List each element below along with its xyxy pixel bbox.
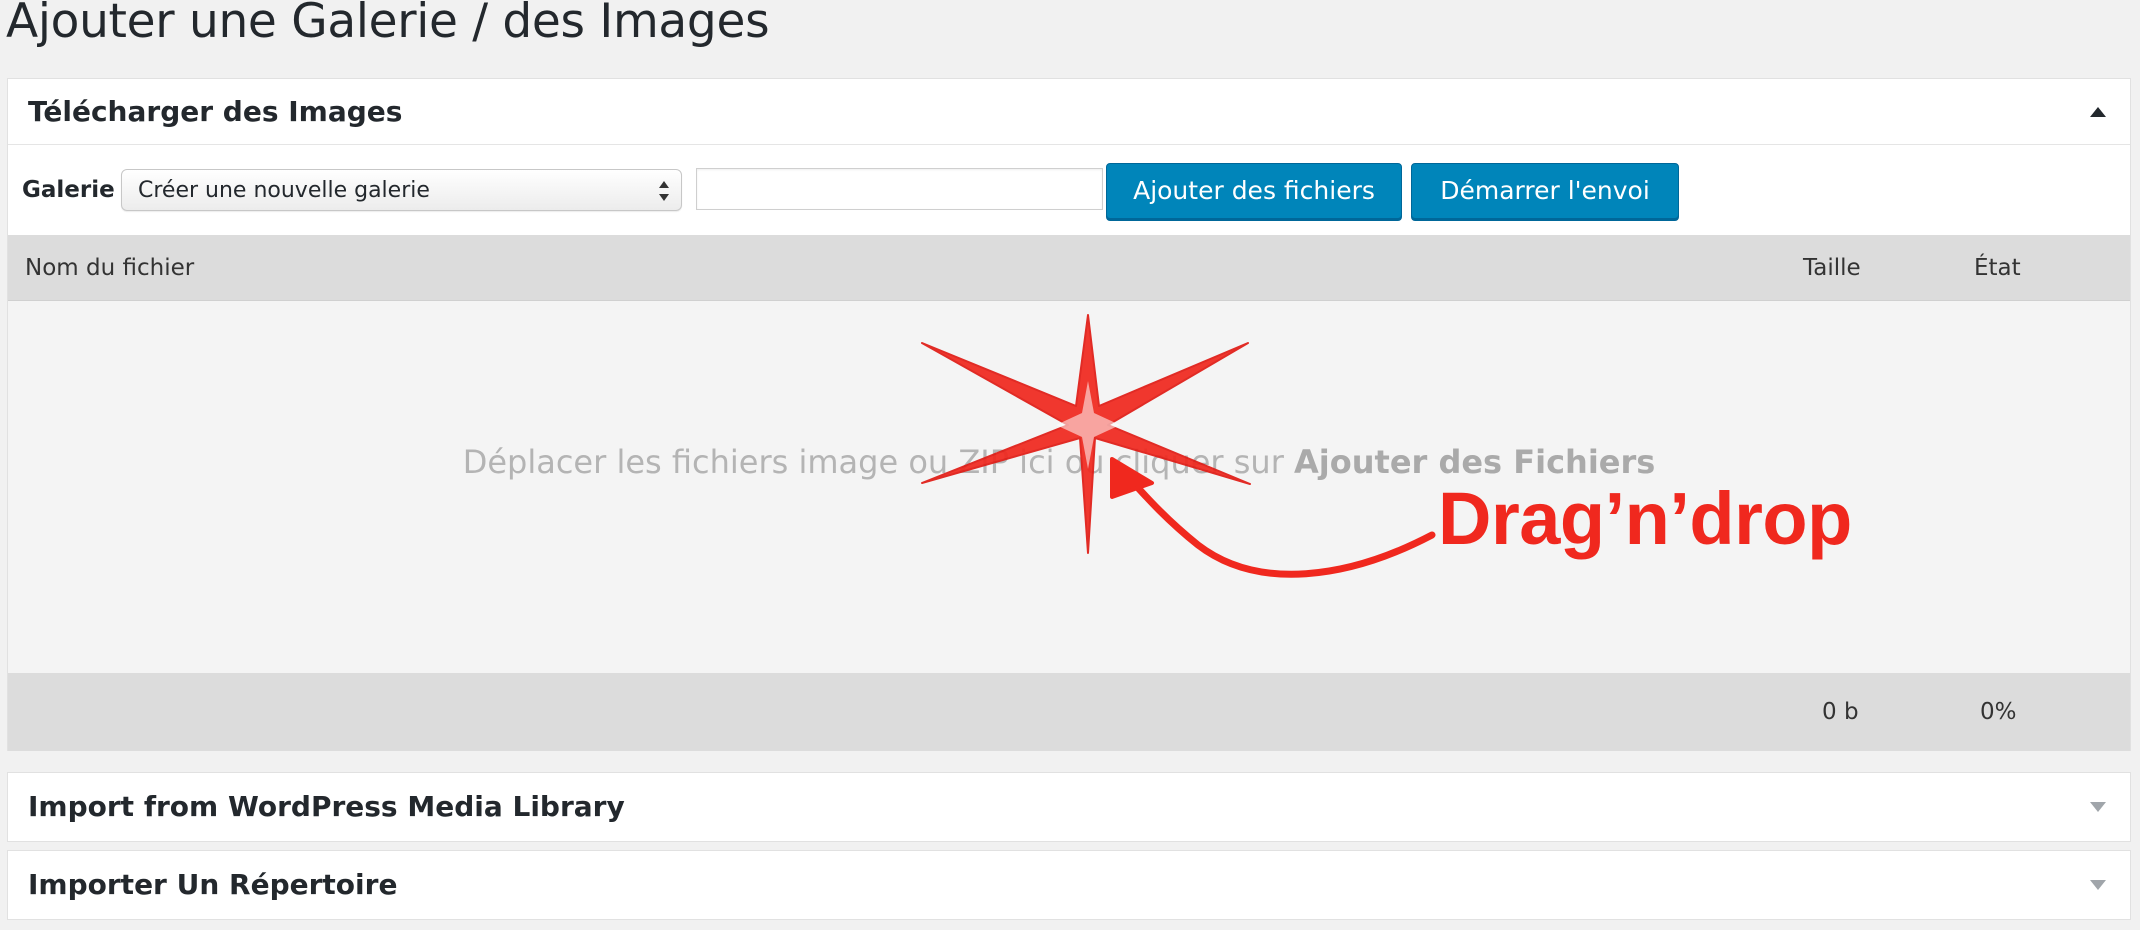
upload-toolbar: Galerie Créer une nouvelle galerie Ajout… <box>8 146 2130 234</box>
select-arrows-icon <box>659 180 669 202</box>
media-library-header[interactable]: Import from WordPress Media Library <box>8 773 2130 841</box>
column-size: Taille <box>1803 255 1861 281</box>
upload-images-panel: Télécharger des Images Galerie Créer une… <box>7 78 2131 751</box>
total-size: 0 b <box>1822 699 1859 725</box>
start-upload-button[interactable]: Démarrer l'envoi <box>1411 163 1679 219</box>
caret-down-icon[interactable] <box>2090 802 2106 812</box>
page-title: Ajouter une Galerie / des Images <box>6 0 770 49</box>
caret-down-icon[interactable] <box>2090 880 2106 890</box>
caret-up-icon[interactable] <box>2090 106 2106 117</box>
drop-zone[interactable]: Déplacer les fichiers image ou ZIP ici o… <box>8 301 2130 673</box>
star-burst-icon <box>921 314 1251 554</box>
gallery-select-value: Créer une nouvelle galerie <box>138 178 430 203</box>
drag-drop-label: Drag’n’drop <box>1438 477 1852 560</box>
import-directory-header[interactable]: Importer Un Répertoire <box>8 851 2130 919</box>
column-filename: Nom du fichier <box>25 255 195 281</box>
import-directory-title: Importer Un Répertoire <box>28 868 398 901</box>
drop-instructions-text: Déplacer les fichiers image ou ZIP ici o… <box>462 443 1295 481</box>
file-table-header: Nom du fichier Taille État <box>8 235 2130 301</box>
media-library-title: Import from WordPress Media Library <box>28 790 625 823</box>
total-progress: 0% <box>1980 699 2017 725</box>
column-status: État <box>1974 255 2021 281</box>
import-directory-panel[interactable]: Importer Un Répertoire <box>7 850 2131 920</box>
media-library-panel[interactable]: Import from WordPress Media Library <box>7 772 2131 842</box>
gallery-select[interactable]: Créer une nouvelle galerie <box>121 169 682 211</box>
file-table-footer: 0 b 0% <box>8 673 2130 751</box>
upload-panel-header[interactable]: Télécharger des Images <box>8 79 2130 145</box>
gallery-name-input[interactable] <box>696 168 1103 210</box>
add-files-button[interactable]: Ajouter des fichiers <box>1106 163 1402 219</box>
gallery-label: Galerie <box>22 177 115 203</box>
upload-panel-title: Télécharger des Images <box>28 95 403 128</box>
